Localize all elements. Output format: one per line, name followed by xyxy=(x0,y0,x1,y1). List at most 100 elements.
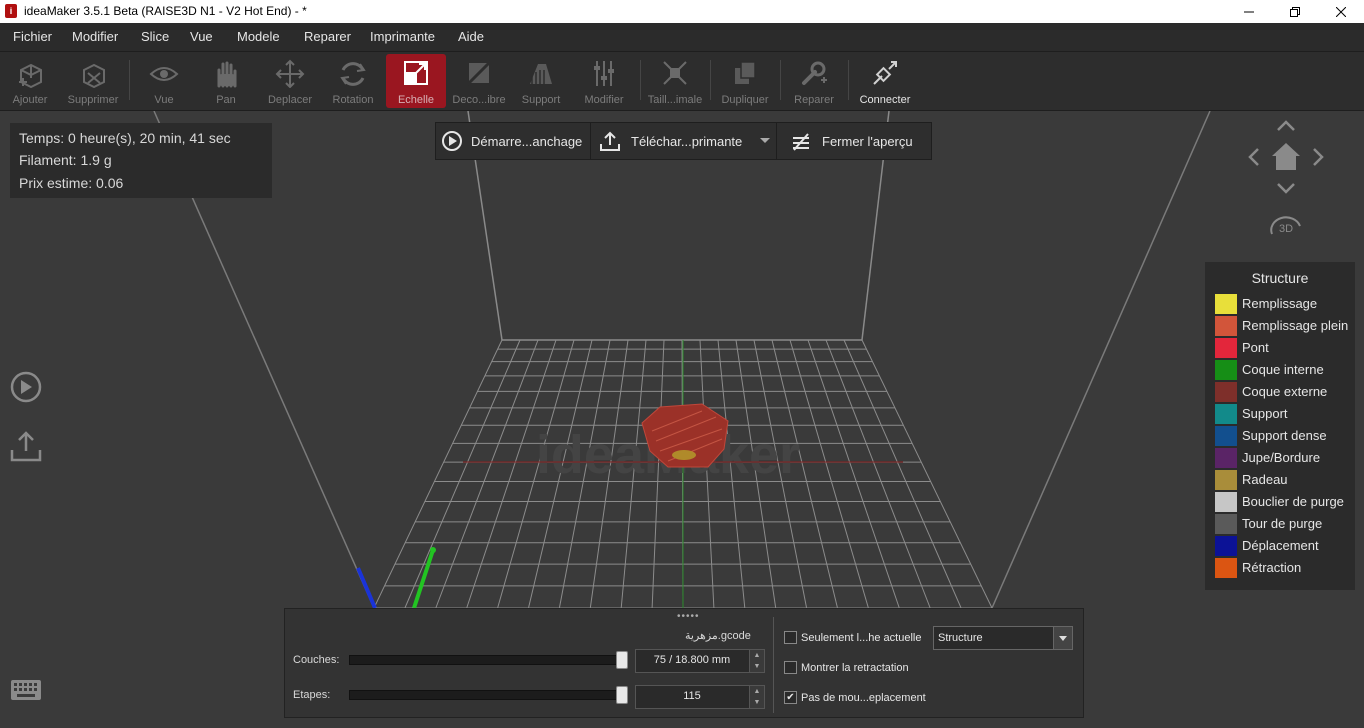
view-mode-select[interactable]: Structure xyxy=(933,626,1073,650)
toolbar-divider xyxy=(640,60,641,100)
steps-down-arrow[interactable]: ▼ xyxy=(749,697,764,708)
nav-right-icon[interactable] xyxy=(1313,148,1324,166)
reparer-button[interactable]: Reparer xyxy=(786,54,842,108)
show-retraction-checkbox[interactable] xyxy=(784,661,797,674)
start-print-button[interactable]: Démarre...anchage xyxy=(436,123,590,159)
sliders-icon xyxy=(594,61,614,86)
legend-label: Tour de purge xyxy=(1242,516,1323,531)
steps-spinbox[interactable]: 115 ▲ ▼ xyxy=(635,685,765,709)
menu-aide[interactable]: Aide xyxy=(458,29,484,44)
show-retraction-label: Montrer la retractation xyxy=(801,662,909,674)
deplacer-button[interactable]: Deplacer xyxy=(262,54,318,108)
legend-swatch xyxy=(1215,536,1237,556)
restore-icon xyxy=(1290,6,1300,17)
estimated-price: Prix estime: 0.06 xyxy=(19,175,124,191)
rotation-label: Rotation xyxy=(332,94,374,106)
steps-slider[interactable] xyxy=(349,686,628,704)
legend-label: Déplacement xyxy=(1242,538,1319,553)
export-icon[interactable] xyxy=(8,430,44,466)
legend-label: Support dense xyxy=(1242,428,1327,443)
menu-slice[interactable]: Slice xyxy=(141,29,169,44)
nav-up-icon[interactable] xyxy=(1277,120,1295,131)
taille-button[interactable]: Taill...imale xyxy=(646,54,704,108)
layers-slider[interactable] xyxy=(349,651,628,669)
menu-fichier[interactable]: Fichier xyxy=(13,29,52,44)
layers-down-arrow[interactable]: ▼ xyxy=(749,661,764,672)
echelle-label: Echelle xyxy=(397,94,435,106)
legend-label: Remplissage xyxy=(1242,296,1318,311)
no-travel-checkbox[interactable]: ✔ xyxy=(784,691,797,704)
play-preview-icon[interactable] xyxy=(8,370,44,406)
filament-weight: Filament: 1.9 g xyxy=(19,152,112,168)
home-view-icon[interactable] xyxy=(1272,143,1300,170)
nav-left-icon[interactable] xyxy=(1248,148,1259,166)
rotation-button[interactable]: Rotation xyxy=(326,54,380,108)
gcode-filename: مزهرية.gcode xyxy=(685,630,751,642)
steps-slider-thumb[interactable] xyxy=(616,686,628,704)
view-mode-value: Structure xyxy=(938,632,983,644)
upload-printer-button[interactable]: Téléchar...primante xyxy=(591,123,776,159)
legend-swatch xyxy=(1215,514,1237,534)
layers-up-arrow[interactable]: ▲ xyxy=(749,650,764,661)
decoupe-label: Deco...ibre xyxy=(452,94,506,106)
nav-down-icon[interactable] xyxy=(1277,183,1295,194)
menu-reparer[interactable]: Reparer xyxy=(304,29,351,44)
layers-spinbox[interactable]: 75 / 18.800 mm ▲ ▼ xyxy=(635,649,765,673)
3d-view-icon[interactable]: 3D xyxy=(1270,216,1301,235)
layers-label: Couches: xyxy=(293,654,340,666)
keyboard-icon[interactable] xyxy=(10,679,42,701)
decoupe-button[interactable]: Deco...ibre xyxy=(450,54,508,108)
pan-button[interactable]: Pan xyxy=(200,54,252,108)
connecter-button[interactable]: Connecter xyxy=(854,54,916,108)
supprimer-button[interactable]: Supprimer xyxy=(63,54,123,108)
legend-swatch xyxy=(1215,470,1237,490)
steps-label: Etapes: xyxy=(293,689,331,701)
dropdown-arrow[interactable] xyxy=(1053,627,1072,649)
chevron-down-icon[interactable] xyxy=(759,137,771,145)
taille-label: Taill...imale xyxy=(647,94,703,106)
steps-up-arrow[interactable]: ▲ xyxy=(749,686,764,697)
supprimer-label: Supprimer xyxy=(67,94,119,106)
menu-modele[interactable]: Modele xyxy=(237,29,280,44)
support-icon xyxy=(530,64,552,84)
legend-label: Coque externe xyxy=(1242,384,1328,399)
legend-swatch xyxy=(1215,448,1237,468)
close-preview-label: Fermer l'aperçu xyxy=(822,134,913,149)
dupliquer-label: Dupliquer xyxy=(721,94,769,106)
support-button[interactable]: Support xyxy=(514,54,568,108)
menu-imprimante[interactable]: Imprimante xyxy=(370,29,435,44)
toolbar-divider xyxy=(710,60,711,100)
move-icon xyxy=(275,59,305,88)
echelle-button[interactable]: Echelle xyxy=(386,54,446,108)
menu-modifier[interactable]: Modifier xyxy=(72,29,118,44)
view-navigation: 3D xyxy=(1248,120,1324,235)
close-preview-button[interactable]: Fermer l'aperçu xyxy=(777,123,931,159)
rotate-icon xyxy=(340,62,366,86)
cut-icon xyxy=(465,59,493,87)
layers-slider-thumb[interactable] xyxy=(616,651,628,669)
delete-model-icon xyxy=(83,63,105,88)
hand-icon xyxy=(217,61,237,88)
legend-label: Jupe/Bordure xyxy=(1242,450,1321,465)
upload-printer-label: Téléchar...primante xyxy=(631,134,743,149)
ajouter-button[interactable]: Ajouter xyxy=(4,54,56,108)
legend-swatch xyxy=(1215,426,1237,446)
menu-vue[interactable]: Vue xyxy=(190,29,213,44)
panel-drag-handle[interactable]: ••••• xyxy=(677,611,700,622)
toolbar-divider xyxy=(848,60,849,100)
modifier-button[interactable]: Modifier xyxy=(576,54,632,108)
dupliquer-button[interactable]: Dupliquer xyxy=(716,54,774,108)
legend-label: Pont xyxy=(1242,340,1269,355)
only-current-layer-checkbox[interactable] xyxy=(784,631,797,644)
maximize-button[interactable] xyxy=(1272,0,1318,23)
wrench-icon xyxy=(802,61,827,85)
close-button[interactable] xyxy=(1318,0,1364,23)
support-label: Support xyxy=(521,94,561,106)
legend-swatch xyxy=(1215,558,1237,578)
vue-button[interactable]: Vue xyxy=(138,54,190,108)
duplicate-icon xyxy=(735,61,756,84)
legend-label: Bouclier de purge xyxy=(1242,494,1344,509)
legend-label: Radeau xyxy=(1242,472,1288,487)
minimize-button[interactable] xyxy=(1226,0,1272,23)
legend-swatch xyxy=(1215,338,1237,358)
